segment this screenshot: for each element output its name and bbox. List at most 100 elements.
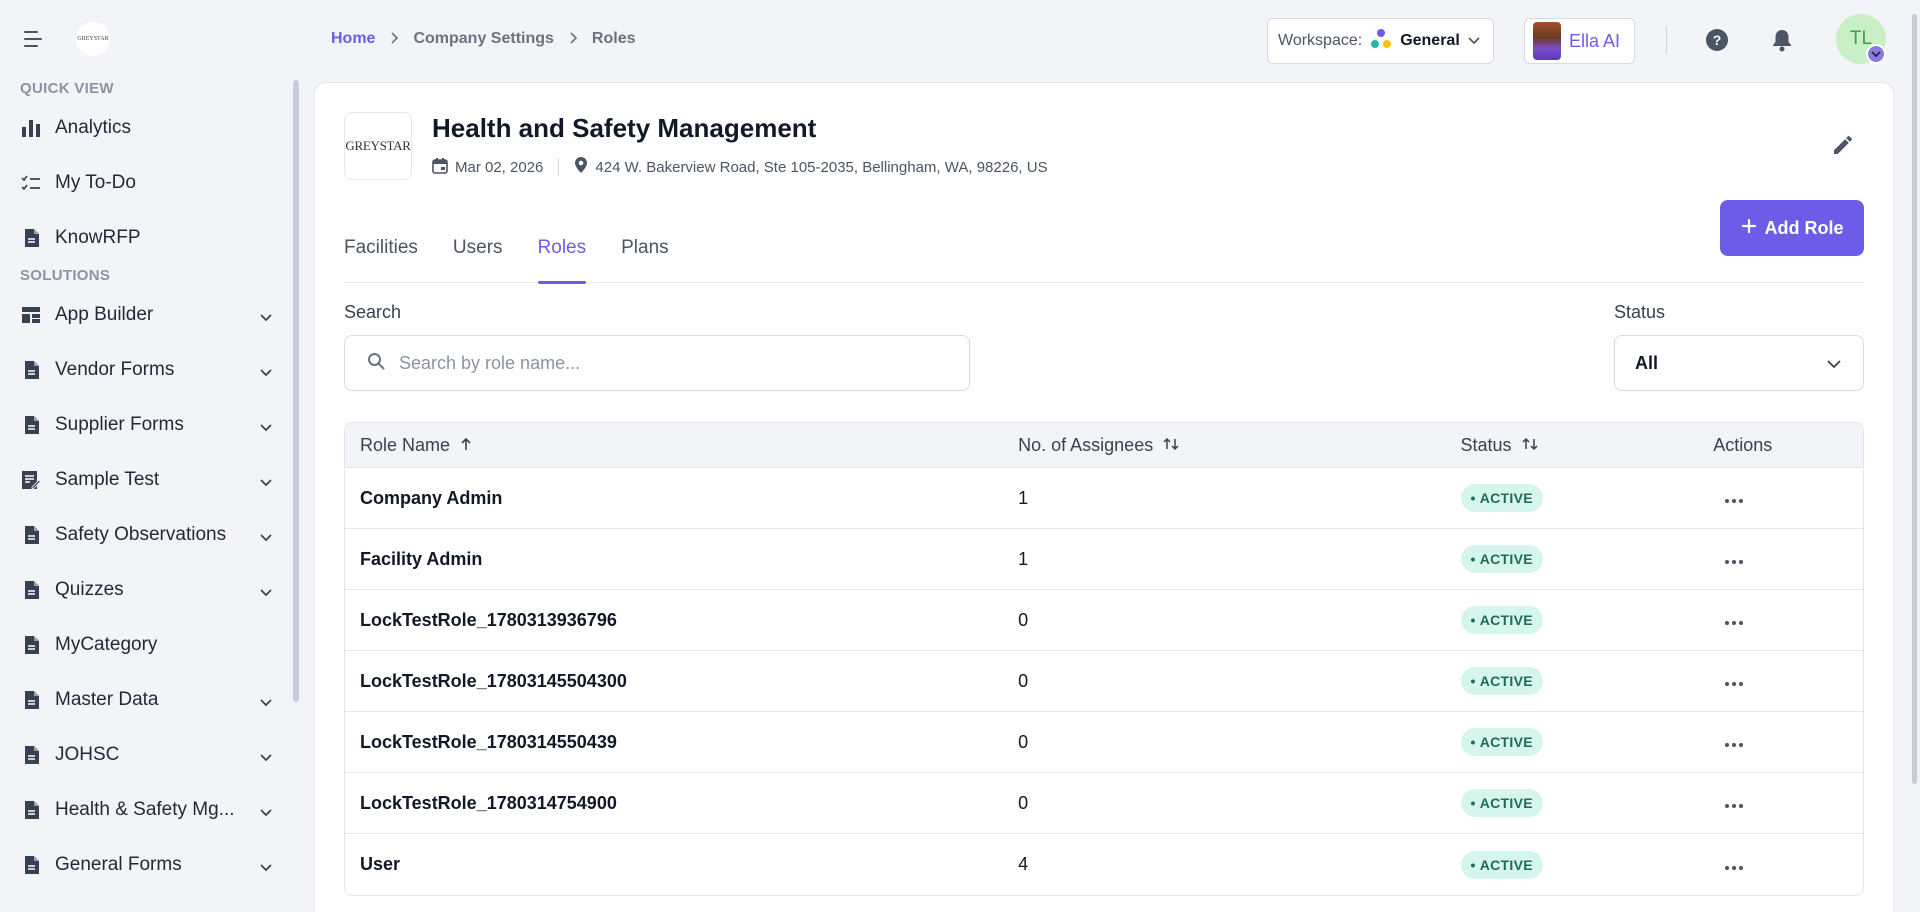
svg-text:?: ? — [1713, 32, 1722, 48]
document-icon — [20, 359, 42, 381]
column-label: Status — [1460, 434, 1512, 455]
top-bar: Home Company Settings Roles Workspace: G… — [300, 0, 1920, 80]
actions-cell — [1713, 670, 1863, 692]
column-role-name[interactable]: Role Name — [345, 435, 1018, 456]
document-icon — [20, 579, 42, 601]
status-badge-text: ACTIVE — [1479, 795, 1533, 811]
chevron-down-icon[interactable] — [260, 419, 272, 431]
document-icon — [20, 227, 42, 249]
sidebar-item-analytics[interactable]: Analytics — [0, 100, 300, 155]
breadcrumb-home[interactable]: Home — [331, 30, 375, 48]
breadcrumb-company-settings[interactable]: Company Settings — [413, 30, 553, 48]
chevron-down-icon[interactable] — [260, 584, 272, 596]
workspace-dots-icon — [1370, 28, 1392, 55]
edit-pencil-icon[interactable] — [1831, 133, 1855, 157]
sidebar-item-vendor-forms[interactable]: Vendor Forms — [0, 342, 300, 397]
tab-users[interactable]: Users — [453, 229, 503, 283]
roles-table: Role Name No. of Assignees Status Action… — [344, 422, 1864, 896]
dashboard-icon — [20, 304, 42, 326]
search-field[interactable] — [344, 335, 970, 391]
chevron-down-icon[interactable] — [260, 364, 272, 376]
table-row[interactable]: LockTestRole_1780313936796 0 • ACTIVE — [345, 590, 1863, 651]
add-role-button[interactable]: Add Role — [1720, 200, 1864, 256]
column-status[interactable]: Status — [1461, 435, 1714, 456]
tab-roles[interactable]: Roles — [537, 229, 586, 284]
sort-both-icon[interactable] — [1522, 435, 1538, 456]
chevron-down-icon[interactable] — [260, 859, 272, 871]
sidebar-item-health-safety-mg[interactable]: Health & Safety Mg... — [0, 782, 300, 837]
sidebar-item-general-forms[interactable]: General Forms — [0, 837, 300, 892]
search-label: Search — [344, 302, 402, 322]
calendar-icon — [432, 157, 448, 178]
sidebar-item-mycategory[interactable]: MyCategory — [0, 617, 300, 672]
sidebar-scrollbar[interactable] — [293, 80, 299, 702]
sidebar-item-johsc[interactable]: JOHSC — [0, 727, 300, 782]
more-actions-icon[interactable] — [1713, 798, 1755, 814]
document-icon — [20, 799, 42, 821]
notification-bell-icon[interactable] — [1770, 28, 1794, 52]
sidebar-item-app-builder[interactable]: App Builder — [0, 287, 300, 342]
table-row[interactable]: LockTestRole_1780314754900 0 • ACTIVE — [345, 773, 1863, 834]
avatar-menu-chevron-icon[interactable] — [1866, 44, 1886, 64]
sidebar: GREYSTAR QUICK VIEW Analytics My To-Do Know… — [0, 0, 300, 912]
more-actions-icon[interactable] — [1713, 493, 1755, 509]
more-actions-icon[interactable] — [1713, 554, 1755, 570]
more-actions-icon[interactable] — [1713, 860, 1755, 876]
status-cell: • ACTIVE — [1460, 606, 1714, 634]
status-badge-text: ACTIVE — [1479, 856, 1533, 873]
chevron-down-icon[interactable] — [260, 694, 272, 706]
document-icon — [20, 524, 42, 546]
more-actions-icon[interactable] — [1713, 615, 1755, 631]
help-icon[interactable]: ? — [1705, 28, 1729, 52]
chevron-down-icon[interactable] — [260, 749, 272, 761]
table-row[interactable]: Company Admin 1 • ACTIVE — [345, 468, 1863, 529]
sidebar-item-master-data[interactable]: Master Data — [0, 672, 300, 727]
sidebar-item-quizzes[interactable]: Quizzes — [0, 562, 300, 617]
status-select[interactable]: All — [1614, 335, 1864, 391]
table-body: Company Admin 1 • ACTIVE Facility Admin 1 • A… — [345, 468, 1863, 895]
role-name-cell: Facility Admin — [360, 548, 483, 569]
assignees-cell: 0 — [1018, 609, 1029, 630]
status-badge: • ACTIVE — [1460, 484, 1543, 512]
menu-toggle-icon[interactable] — [24, 31, 46, 47]
role-name-cell: User — [360, 854, 401, 874]
sort-both-icon[interactable] — [1163, 435, 1179, 456]
workspace-selector[interactable]: Workspace: General — [1267, 18, 1494, 64]
table-row[interactable]: Facility Admin 1 • ACTIVE — [345, 529, 1863, 590]
status-badge-text: ACTIVE — [1479, 673, 1533, 689]
document-icon — [20, 689, 42, 711]
table-row[interactable]: LockTestRole_1780314550439 0 • ACTIVE — [345, 712, 1863, 773]
search-input[interactable] — [399, 352, 959, 374]
document-icon — [20, 634, 42, 656]
tab-facilities[interactable]: Facilities — [344, 229, 418, 283]
ella-ai-button[interactable]: Ella AI — [1524, 18, 1635, 64]
sidebar-item-label: JOHSC — [55, 743, 120, 765]
more-actions-icon[interactable] — [1713, 737, 1755, 753]
table-row[interactable]: User 4 • ACTIVE — [345, 834, 1863, 895]
page-scrollbar-thumb[interactable] — [1912, 14, 1917, 784]
sort-arrow-up-icon[interactable] — [460, 435, 472, 456]
sidebar-item-knowrfp[interactable]: KnowRFP — [0, 210, 300, 265]
chevron-down-icon[interactable] — [260, 804, 272, 816]
company-address: 424 W. Bakerview Road, Ste 105-2035, Bel… — [595, 158, 1048, 176]
sidebar-item-my-to-do[interactable]: My To-Do — [0, 155, 300, 210]
column-assignees[interactable]: No. of Assignees — [1018, 435, 1460, 456]
company-logo-small[interactable]: GREYSTAR — [76, 22, 110, 56]
more-actions-icon[interactable] — [1713, 676, 1755, 692]
assignees-cell: 1 — [1018, 487, 1029, 508]
sidebar-nav: QUICK VIEW Analytics My To-Do KnowRFP SOLUTI… — [0, 78, 300, 892]
tab-bar: Facilities Users Roles Plans — [344, 229, 1864, 284]
chevron-down-icon[interactable] — [260, 474, 272, 486]
chevron-down-icon[interactable] — [260, 309, 272, 321]
chevron-down-icon[interactable] — [260, 529, 272, 541]
tab-plans[interactable]: Plans — [621, 229, 669, 283]
role-name-cell: LockTestRole_17803145504300 — [360, 670, 627, 691]
status-badge: • ACTIVE — [1460, 850, 1543, 879]
sidebar-item-label: App Builder — [55, 303, 154, 325]
document-icon — [20, 854, 42, 876]
sidebar-item-sample-test[interactable]: Sample Test — [0, 452, 300, 507]
sidebar-item-safety-observations[interactable]: Safety Observations — [0, 507, 300, 562]
sidebar-item-supplier-forms[interactable]: Supplier Forms — [0, 397, 300, 452]
table-row[interactable]: LockTestRole_17803145504300 0 • ACTIVE — [345, 651, 1863, 712]
company-meta: Mar 02, 2026 424 W. Bakerview Road, Ste … — [432, 156, 1048, 178]
